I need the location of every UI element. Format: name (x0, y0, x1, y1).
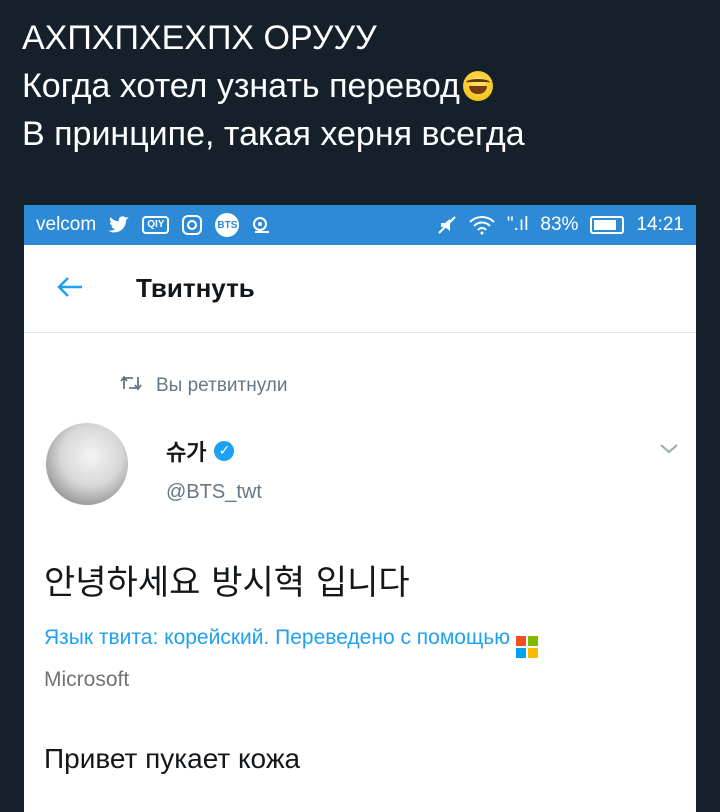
verified-badge-icon: ✓ (214, 441, 235, 461)
retweet-indicator: Вы ретвитнули (120, 375, 288, 397)
author-line: 슈가 ✓ (166, 435, 235, 467)
author-name[interactable]: 슈가 (166, 435, 206, 467)
avatar[interactable] (46, 423, 128, 505)
carrier-label: velcom (36, 214, 97, 235)
battery-percent: 83% (540, 214, 579, 235)
author-handle[interactable]: @BTS_twt (166, 481, 262, 504)
mute-icon (437, 215, 457, 235)
microsoft-logo-icon (515, 636, 538, 658)
wifi-icon (469, 215, 495, 235)
caption-line-2: Когда хотел узнать перевод (22, 62, 525, 110)
retweet-icon (120, 375, 142, 397)
signal-strength-icon: ".ıl (506, 214, 529, 235)
tweet-text: 안녕하세요 방시혁 입니다 (44, 563, 410, 603)
translated-text: Привет пукает кожа (44, 743, 301, 774)
battery-icon (590, 216, 625, 234)
translation-notice: Язык твита: корейский. Переведено с помо… (44, 617, 604, 701)
caption-line-2-text: Когда хотел узнать перевод (22, 67, 460, 105)
translation-notice-text: Язык твита: корейский. Переведено с помо… (44, 626, 510, 649)
translation-provider: Microsoft (44, 668, 130, 691)
chevron-down-icon[interactable] (660, 435, 678, 459)
twitter-bird-icon (108, 216, 130, 234)
clock: 14:21 (636, 214, 684, 235)
meme-caption: АХПХПХЕХПХ ОРУУУ Когда хотел узнать пере… (22, 14, 525, 158)
status-bar: velcom QIY BTS ".ıl 83% 14:21 (24, 205, 696, 245)
bts-app-icon: BTS (215, 213, 240, 237)
tears-of-joy-emoji-icon (462, 71, 493, 101)
instagram-icon (181, 214, 203, 236)
page-title: Твитнуть (136, 273, 255, 303)
notification-icon (251, 216, 273, 234)
caption-line-3: В принципе, такая херня всегда (22, 115, 525, 153)
back-arrow-icon[interactable] (56, 271, 136, 306)
retweet-label: Вы ретвитнули (156, 375, 288, 396)
caption-line-1: АХПХПХЕХПХ ОРУУУ (22, 19, 377, 57)
phone-screenshot: velcom QIY BTS ".ıl 83% 14:21 Твитнуть В… (24, 205, 696, 812)
app-header: Твитнуть (24, 245, 696, 333)
app-box-icon: QIY (142, 216, 170, 234)
